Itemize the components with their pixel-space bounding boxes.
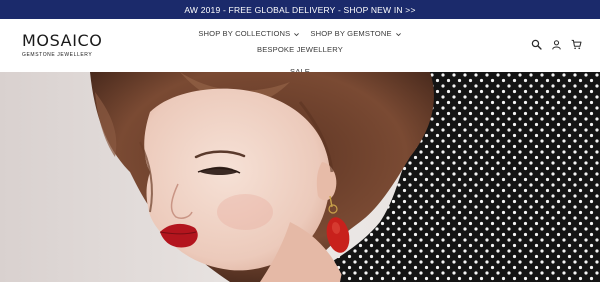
nav-item-label: SHOP BY GEMSTONE — [310, 29, 392, 38]
chevron-down-icon — [395, 32, 401, 36]
hero-banner[interactable] — [0, 72, 600, 282]
announcement-text[interactable]: AW 2019 - FREE GLOBAL DELIVERY - SHOP NE… — [184, 5, 415, 15]
announcement-bar[interactable]: AW 2019 - FREE GLOBAL DELIVERY - SHOP NE… — [0, 0, 600, 19]
site-header: MOSAICO GEMSTONE JEWELLERY SHOP BY COLLE… — [0, 19, 600, 76]
search-icon[interactable] — [531, 39, 542, 50]
logo[interactable]: MOSAICO GEMSTONE JEWELLERY — [22, 31, 103, 59]
nav-item-shop-by-gemstone[interactable]: SHOP BY GEMSTONE — [310, 29, 401, 39]
header-icons — [531, 39, 582, 50]
account-icon[interactable] — [551, 39, 562, 50]
logo-title: MOSAICO — [22, 31, 103, 50]
nav-item-bespoke-jewellery[interactable]: BESPOKE JEWELLERY — [257, 45, 343, 55]
main-nav: SHOP BY COLLECTIONS SHOP BY GEMSTONE BES… — [160, 29, 440, 77]
nav-item-shop-by-collections[interactable]: SHOP BY COLLECTIONS — [198, 29, 300, 39]
nav-item-label: SHOP BY COLLECTIONS — [198, 29, 291, 38]
chevron-down-icon — [294, 32, 300, 36]
logo-subtitle: GEMSTONE JEWELLERY — [22, 52, 93, 58]
nav-item-label: BESPOKE JEWELLERY — [257, 45, 343, 54]
hero-image — [0, 72, 600, 282]
cart-icon[interactable] — [571, 39, 582, 50]
